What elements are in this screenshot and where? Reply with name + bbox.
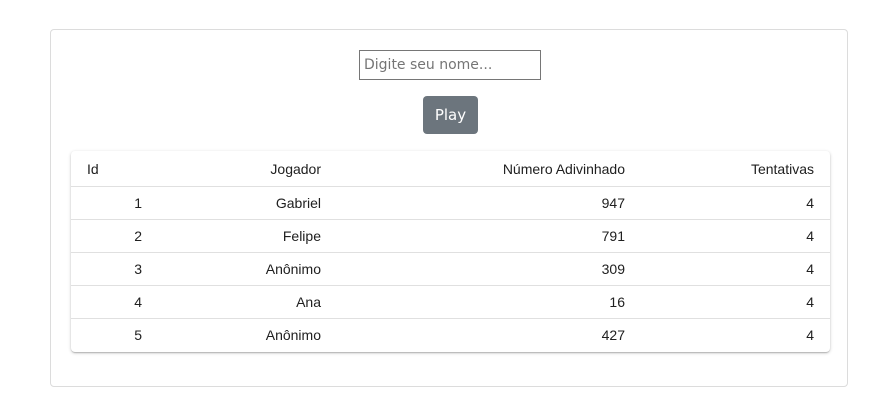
cell-id: 3: [71, 252, 157, 286]
table-row: 2 Felipe 791 4: [71, 219, 830, 253]
cell-attempts: 4: [641, 186, 830, 220]
cell-player: Anônimo: [157, 252, 337, 286]
cell-guessed-number: 309: [337, 252, 641, 286]
header-player: Jogador: [157, 151, 337, 187]
cell-id: 2: [71, 219, 157, 253]
cell-guessed-number: 16: [337, 285, 641, 319]
cell-id: 5: [134, 327, 142, 343]
name-input[interactable]: [359, 50, 541, 80]
cell-player: Gabriel: [157, 186, 337, 220]
cell-id: 1: [71, 186, 157, 220]
cell-guessed-number: 791: [337, 219, 641, 253]
cell-attempts: 4: [641, 252, 830, 286]
table-header: Id Jogador Número Adivinhado Tentativas: [71, 151, 830, 187]
header-row: Id Jogador Número Adivinhado Tentativas: [71, 151, 830, 187]
table-body: 1 Gabriel 947 4 2 Felipe 791 4 3 Anônimo…: [71, 186, 830, 352]
header-guessed-number: Número Adivinhado: [337, 151, 641, 187]
cell-id: 4: [71, 285, 157, 319]
scores-table: Id Jogador Número Adivinhado Tentativas …: [71, 151, 830, 351]
game-card: Play Id Jogador Número Adivinhado Tentat…: [50, 29, 848, 387]
scores-table-container: Id Jogador Número Adivinhado Tentativas …: [71, 151, 830, 352]
table-row: 5 Anônimo 427 4: [71, 319, 830, 352]
cell-attempts: 4: [641, 285, 830, 319]
cell-guessed-number: 947: [337, 186, 641, 220]
cell-guessed-number: 427: [601, 327, 625, 343]
table-row: 1 Gabriel 947 4: [71, 186, 830, 220]
table-row: 4 Ana 16 4: [71, 285, 830, 319]
cell-attempts: 4: [641, 219, 830, 253]
header-attempts: Tentativas: [641, 151, 830, 187]
cell-player: Felipe: [157, 219, 337, 253]
play-button[interactable]: Play: [423, 96, 478, 134]
cell-attempts: 4: [806, 327, 814, 343]
header-id: Id: [71, 151, 157, 187]
cell-player: Ana: [157, 285, 337, 319]
table-row: 3 Anônimo 309 4: [71, 252, 830, 286]
cell-player: Anônimo: [265, 327, 321, 343]
